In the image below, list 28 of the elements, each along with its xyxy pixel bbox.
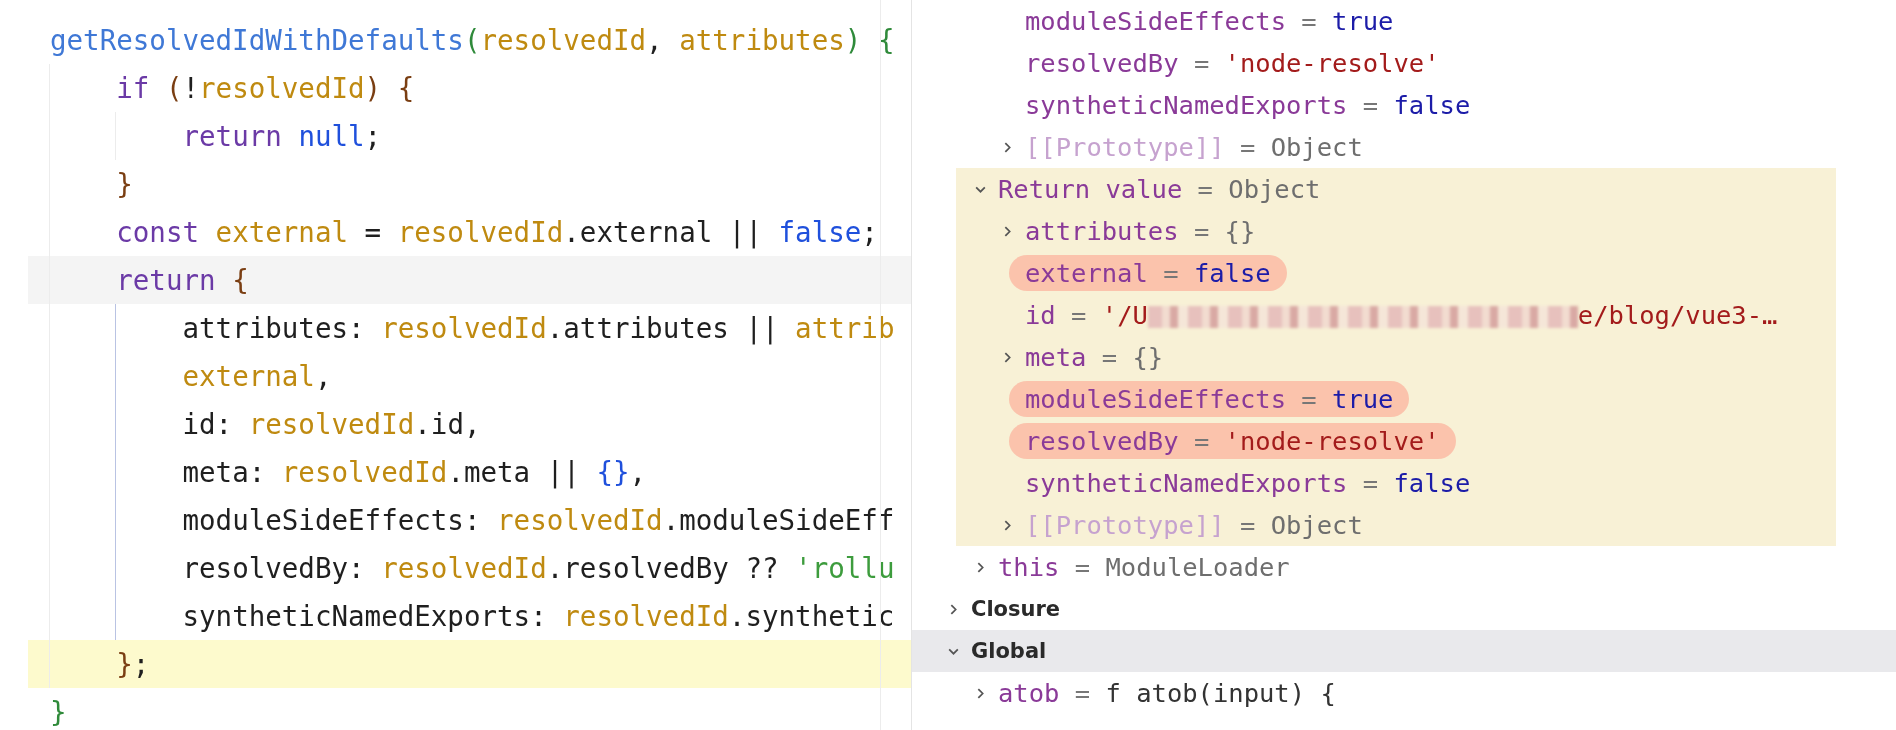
code-line: } xyxy=(28,160,911,208)
code-line: return null; xyxy=(28,112,911,160)
variable-entry: this = ModuleLoader xyxy=(997,551,1291,584)
scope-section-header[interactable]: Global xyxy=(912,630,1896,672)
variable-entry: id = '/U e/blog/vue3-… xyxy=(1024,299,1779,332)
code-line: resolvedBy: resolvedId.resolvedBy ?? 'rollu xyxy=(28,544,911,592)
code-line: } xyxy=(49,695,68,730)
variable-entry: attributes = {} xyxy=(1024,215,1257,248)
variable-entry: external = false xyxy=(1009,255,1287,291)
code-line: attributes: resolvedId.attributes || attrib xyxy=(28,304,911,352)
variable-entry: [[Prototype]] = Object xyxy=(1024,509,1364,542)
code-line: moduleSideEffects: resolvedId.moduleSideEff xyxy=(28,496,911,544)
code-line: external, xyxy=(28,352,911,400)
variable-entry: [[Prototype]] = Object xyxy=(1024,131,1364,164)
variable-entry: syntheticNamedExports = false xyxy=(1024,89,1472,122)
variable-entry: moduleSideEffects = true xyxy=(1009,381,1410,417)
variable-entry: meta = {} xyxy=(1024,341,1165,374)
variable-entry: moduleSideEffects = true xyxy=(1024,5,1395,38)
variable-entry: syntheticNamedExports = false xyxy=(1024,467,1472,500)
code-line: getResolvedIdWithDefaults(resolvedId, attributes) { xyxy=(49,23,896,58)
variable-entry: resolvedBy = 'node-resolve' xyxy=(1009,423,1456,459)
code-line: if (!resolvedId) { xyxy=(28,64,911,112)
variable-entry: Return value = Object xyxy=(997,173,1322,206)
variable-entry: resolvedBy = 'node-resolve' xyxy=(1024,47,1441,80)
code-line: id: resolvedId.id, xyxy=(28,400,911,448)
scope-section-header[interactable]: Closure xyxy=(912,588,1896,630)
code-line: meta: resolvedId.meta || {}, xyxy=(28,448,911,496)
variable-entry: atob = f atob(input) { xyxy=(997,677,1337,710)
